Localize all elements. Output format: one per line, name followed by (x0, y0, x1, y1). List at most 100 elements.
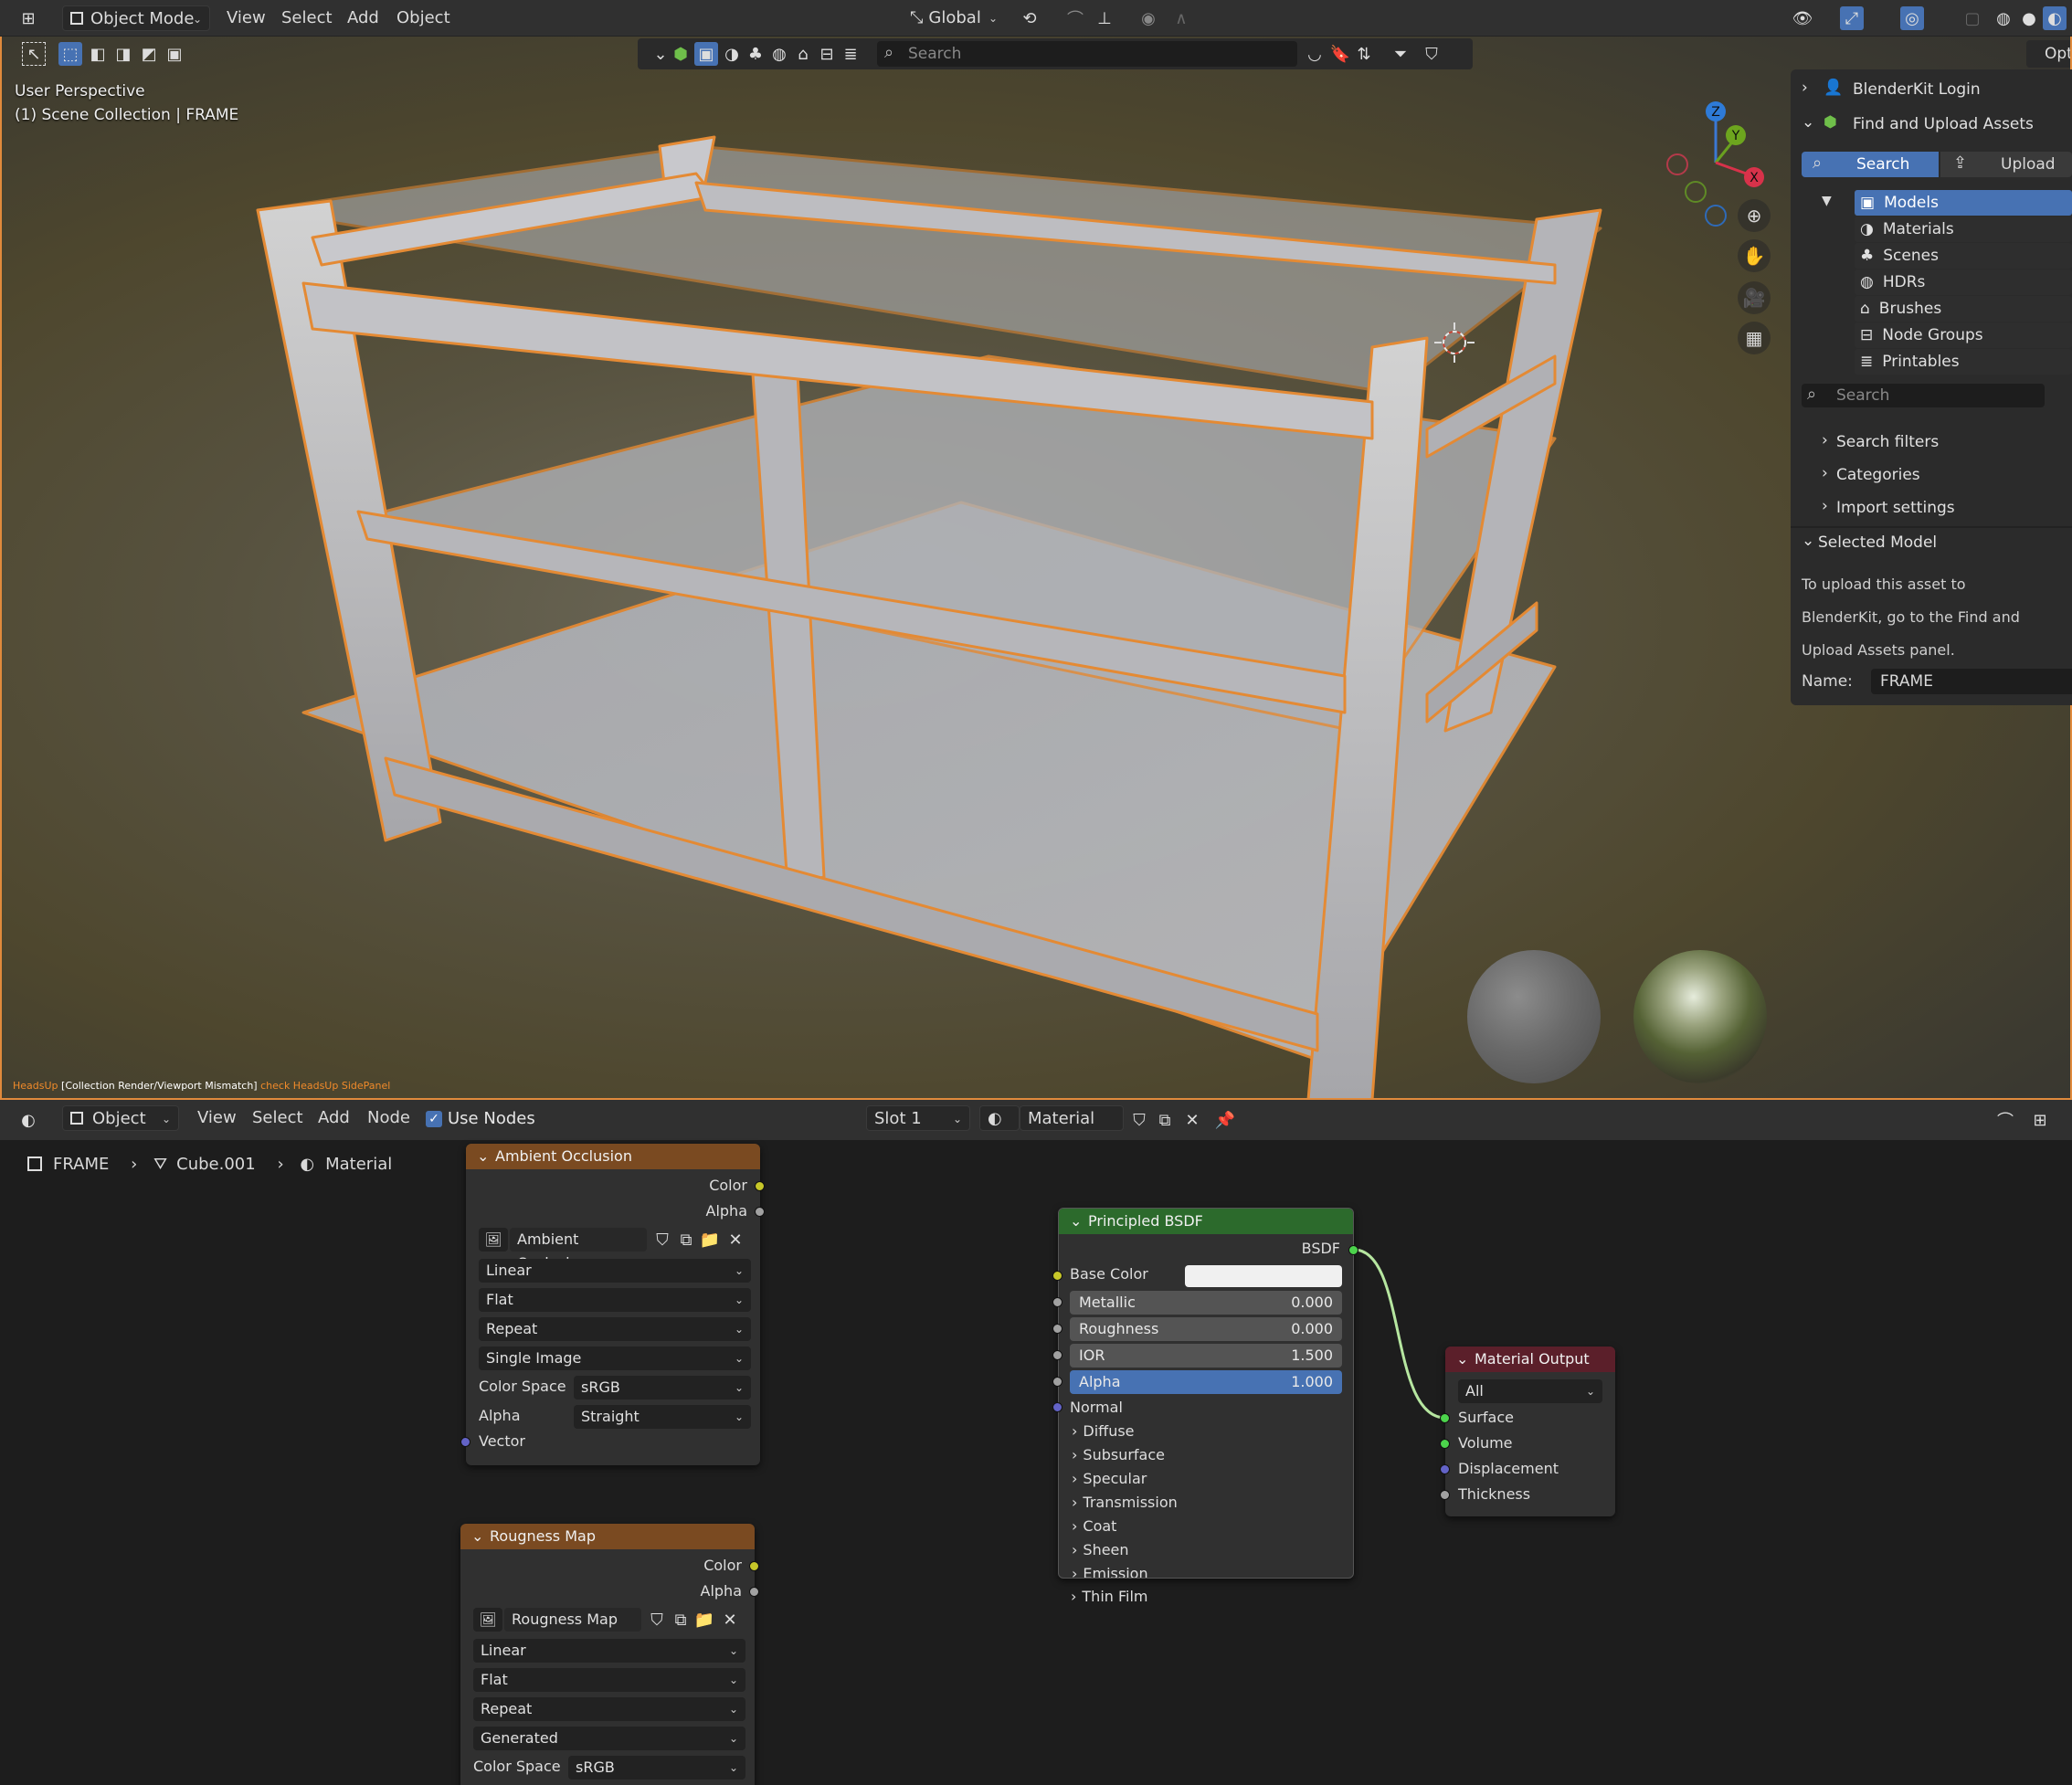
panel-emission[interactable]: › Emission (1072, 1563, 1148, 1578)
wireframe-shading-icon[interactable]: ◍ (1992, 6, 2015, 30)
duplicate-image-icon[interactable]: ⧉ (669, 1608, 692, 1632)
categories-subpanel[interactable]: › Categories (1791, 460, 2072, 491)
node-header[interactable]: ⌄ Material Output (1445, 1347, 1615, 1372)
xray-icon[interactable]: ▢ (1961, 6, 1984, 30)
image-browse-icon[interactable]: 🖼 (473, 1608, 502, 1632)
category-models[interactable]: ▣ Models (1855, 190, 2072, 216)
ior-slider[interactable]: IOR 1.500 (1070, 1344, 1342, 1368)
alpha-slider[interactable]: Alpha 1.000 (1070, 1370, 1342, 1394)
volume-input-socket[interactable] (1440, 1439, 1450, 1449)
transform-orientation-dropdown[interactable]: ⤡ Global ⌄ (903, 5, 1005, 31)
displacement-input-socket[interactable] (1440, 1464, 1450, 1474)
panel-sheen[interactable]: › Sheen (1072, 1539, 1129, 1561)
ao-color-output-socket[interactable] (755, 1181, 765, 1191)
pan-button[interactable]: ✋ (1738, 239, 1771, 272)
image-texture-node-roughness[interactable]: ⌄ Rougness Map Color Alpha 🖼 Rougness Ma… (460, 1524, 755, 1785)
metallic-socket[interactable] (1052, 1297, 1062, 1307)
color-space-dropdown[interactable]: sRGB ⌄ (568, 1756, 745, 1780)
image-browse-icon[interactable]: 🖼 (479, 1228, 508, 1252)
falloff-icon[interactable]: ∧ (1169, 6, 1193, 30)
panel-subsurface[interactable]: › Subsurface (1072, 1444, 1165, 1466)
node-header[interactable]: ⌄ Ambient Occlusion (466, 1144, 760, 1169)
image-name-field[interactable]: Ambient Occlusion (510, 1228, 647, 1272)
thickness-input-socket[interactable] (1440, 1490, 1450, 1500)
ao-alpha-output-socket[interactable] (755, 1207, 765, 1217)
panel-diffuse[interactable]: › Diffuse (1072, 1421, 1135, 1442)
tab-upload[interactable]: ⇪ Upload (1940, 152, 2072, 177)
fake-user-shield-icon[interactable]: ⛉ (650, 1228, 674, 1252)
source-dropdown[interactable]: Generated ⌄ (473, 1727, 745, 1750)
overlay-icon[interactable]: ◎ (1900, 6, 1924, 30)
open-folder-icon[interactable]: 📁 (692, 1608, 716, 1632)
zoom-button[interactable]: ⊕ (1738, 199, 1771, 232)
search-filters-subpanel[interactable]: › Search filters (1791, 428, 2072, 459)
fake-user-shield-icon[interactable]: ⛉ (645, 1608, 669, 1632)
panel-specular[interactable]: › Specular (1072, 1468, 1147, 1490)
proportional-edit-icon[interactable]: ◉ (1136, 6, 1160, 30)
normal-socket[interactable] (1052, 1402, 1062, 1412)
duplicate-image-icon[interactable]: ⧉ (674, 1228, 698, 1252)
unlink-close-icon[interactable]: ✕ (724, 1228, 747, 1252)
extension-dropdown[interactable]: Repeat ⌄ (479, 1317, 751, 1341)
unlink-close-icon[interactable]: ✕ (718, 1608, 742, 1632)
find-upload-panel-header[interactable]: ⌄ ⬢ Find and Upload Assets (1791, 110, 2072, 141)
3d-viewport[interactable]: ↖ ⬚ ◧ ◨ ◩ ▣ ⌄ ⬢ ▣ ◑ ♣ ◍ ⌂ ⊟ ≣ ⌕ Search ◡… (0, 37, 2072, 1100)
ao-vector-input-socket[interactable] (460, 1437, 470, 1447)
roughness-alpha-output-socket[interactable] (749, 1587, 759, 1597)
interpolation-dropdown[interactable]: Linear ⌄ (473, 1639, 745, 1663)
roughness-slider[interactable]: Roughness 0.000 (1070, 1317, 1342, 1341)
image-texture-node-ao[interactable]: ⌄ Ambient Occlusion Color Alpha 🖼 Ambien… (466, 1144, 760, 1465)
surface-input-socket[interactable] (1440, 1413, 1450, 1423)
metallic-slider[interactable]: Metallic 0.000 (1070, 1291, 1342, 1315)
image-name-field[interactable]: Rougness Map (504, 1608, 641, 1632)
mode-dropdown[interactable]: Object Mode ⌄ (62, 5, 210, 31)
gizmo-icon[interactable]: ⤢ (1840, 6, 1864, 30)
alpha-socket[interactable] (1052, 1377, 1062, 1387)
material-shading-icon[interactable]: ◐ (2043, 6, 2067, 30)
category-printables[interactable]: ≣ Printables (1855, 349, 2072, 375)
interpolation-dropdown[interactable]: Linear ⌄ (479, 1259, 751, 1283)
panel-transmission[interactable]: › Transmission (1072, 1492, 1178, 1514)
snap-target-icon[interactable]: ⊥ (1093, 6, 1116, 30)
pivot-icon[interactable]: ⟲ (1018, 6, 1041, 30)
editor-type-icon[interactable]: ⊞ (16, 6, 40, 30)
category-hdrs[interactable]: ◍ HDRs (1855, 269, 2072, 295)
roughness-socket[interactable] (1052, 1324, 1062, 1334)
shader-editor[interactable]: ◐ Object ⌄ View Select Add Node ✓ Use Nod… (0, 1100, 2072, 1785)
node-header[interactable]: ⌄ Principled BSDF (1059, 1209, 1353, 1234)
camera-button[interactable]: 🎥 (1738, 281, 1771, 314)
bsdf-output-socket[interactable] (1348, 1245, 1358, 1255)
category-materials[interactable]: ◑ Materials (1855, 217, 2072, 242)
import-settings-subpanel[interactable]: › Import settings (1791, 493, 2072, 524)
category-scenes[interactable]: ♣ Scenes (1855, 243, 2072, 269)
name-field[interactable]: FRAME (1871, 669, 2072, 694)
color-space-dropdown[interactable]: sRGB ⌄ (574, 1376, 751, 1399)
menu-view[interactable]: View (219, 5, 273, 31)
menu-add[interactable]: Add (340, 5, 386, 31)
selected-model-panel-header[interactable]: ⌄ Selected Model (1791, 528, 2072, 559)
collapse-triangle-icon[interactable]: ▼ (1822, 194, 1832, 208)
category-node-groups[interactable]: ⊟ Node Groups (1855, 322, 2072, 348)
node-header[interactable]: ⌄ Rougness Map (460, 1524, 755, 1549)
projection-dropdown[interactable]: Flat ⌄ (473, 1668, 745, 1692)
projection-dropdown[interactable]: Flat ⌄ (479, 1288, 751, 1312)
menu-select[interactable]: Select (274, 5, 340, 31)
snap-icon[interactable]: ⌒ (1063, 6, 1087, 30)
base-color-socket[interactable] (1052, 1271, 1062, 1281)
open-folder-icon[interactable]: 📁 (698, 1228, 722, 1252)
ortho-button[interactable]: ▦ (1738, 322, 1771, 354)
source-dropdown[interactable]: Single Image ⌄ (479, 1347, 751, 1370)
base-color-swatch[interactable] (1185, 1265, 1342, 1287)
extension-dropdown[interactable]: Repeat ⌄ (473, 1697, 745, 1721)
principled-bsdf-node[interactable]: ⌄ Principled BSDF BSDF Base Color Metall… (1058, 1208, 1354, 1579)
solid-shading-icon[interactable]: ● (2017, 6, 2041, 30)
login-panel-header[interactable]: › 👤 BlenderKit Login (1791, 75, 2072, 106)
tab-search[interactable]: ⌕ Search (1802, 152, 1939, 177)
ior-socket[interactable] (1052, 1350, 1062, 1360)
visibility-icon[interactable]: 👁 (1791, 6, 1814, 30)
category-brushes[interactable]: ⌂ Brushes (1855, 296, 2072, 322)
alpha-mode-dropdown[interactable]: Straight ⌄ (574, 1405, 751, 1429)
panel-coat[interactable]: › Coat (1072, 1516, 1116, 1537)
roughness-color-output-socket[interactable] (749, 1561, 759, 1571)
asset-search-input[interactable]: ⌕ Search (1802, 384, 2045, 407)
